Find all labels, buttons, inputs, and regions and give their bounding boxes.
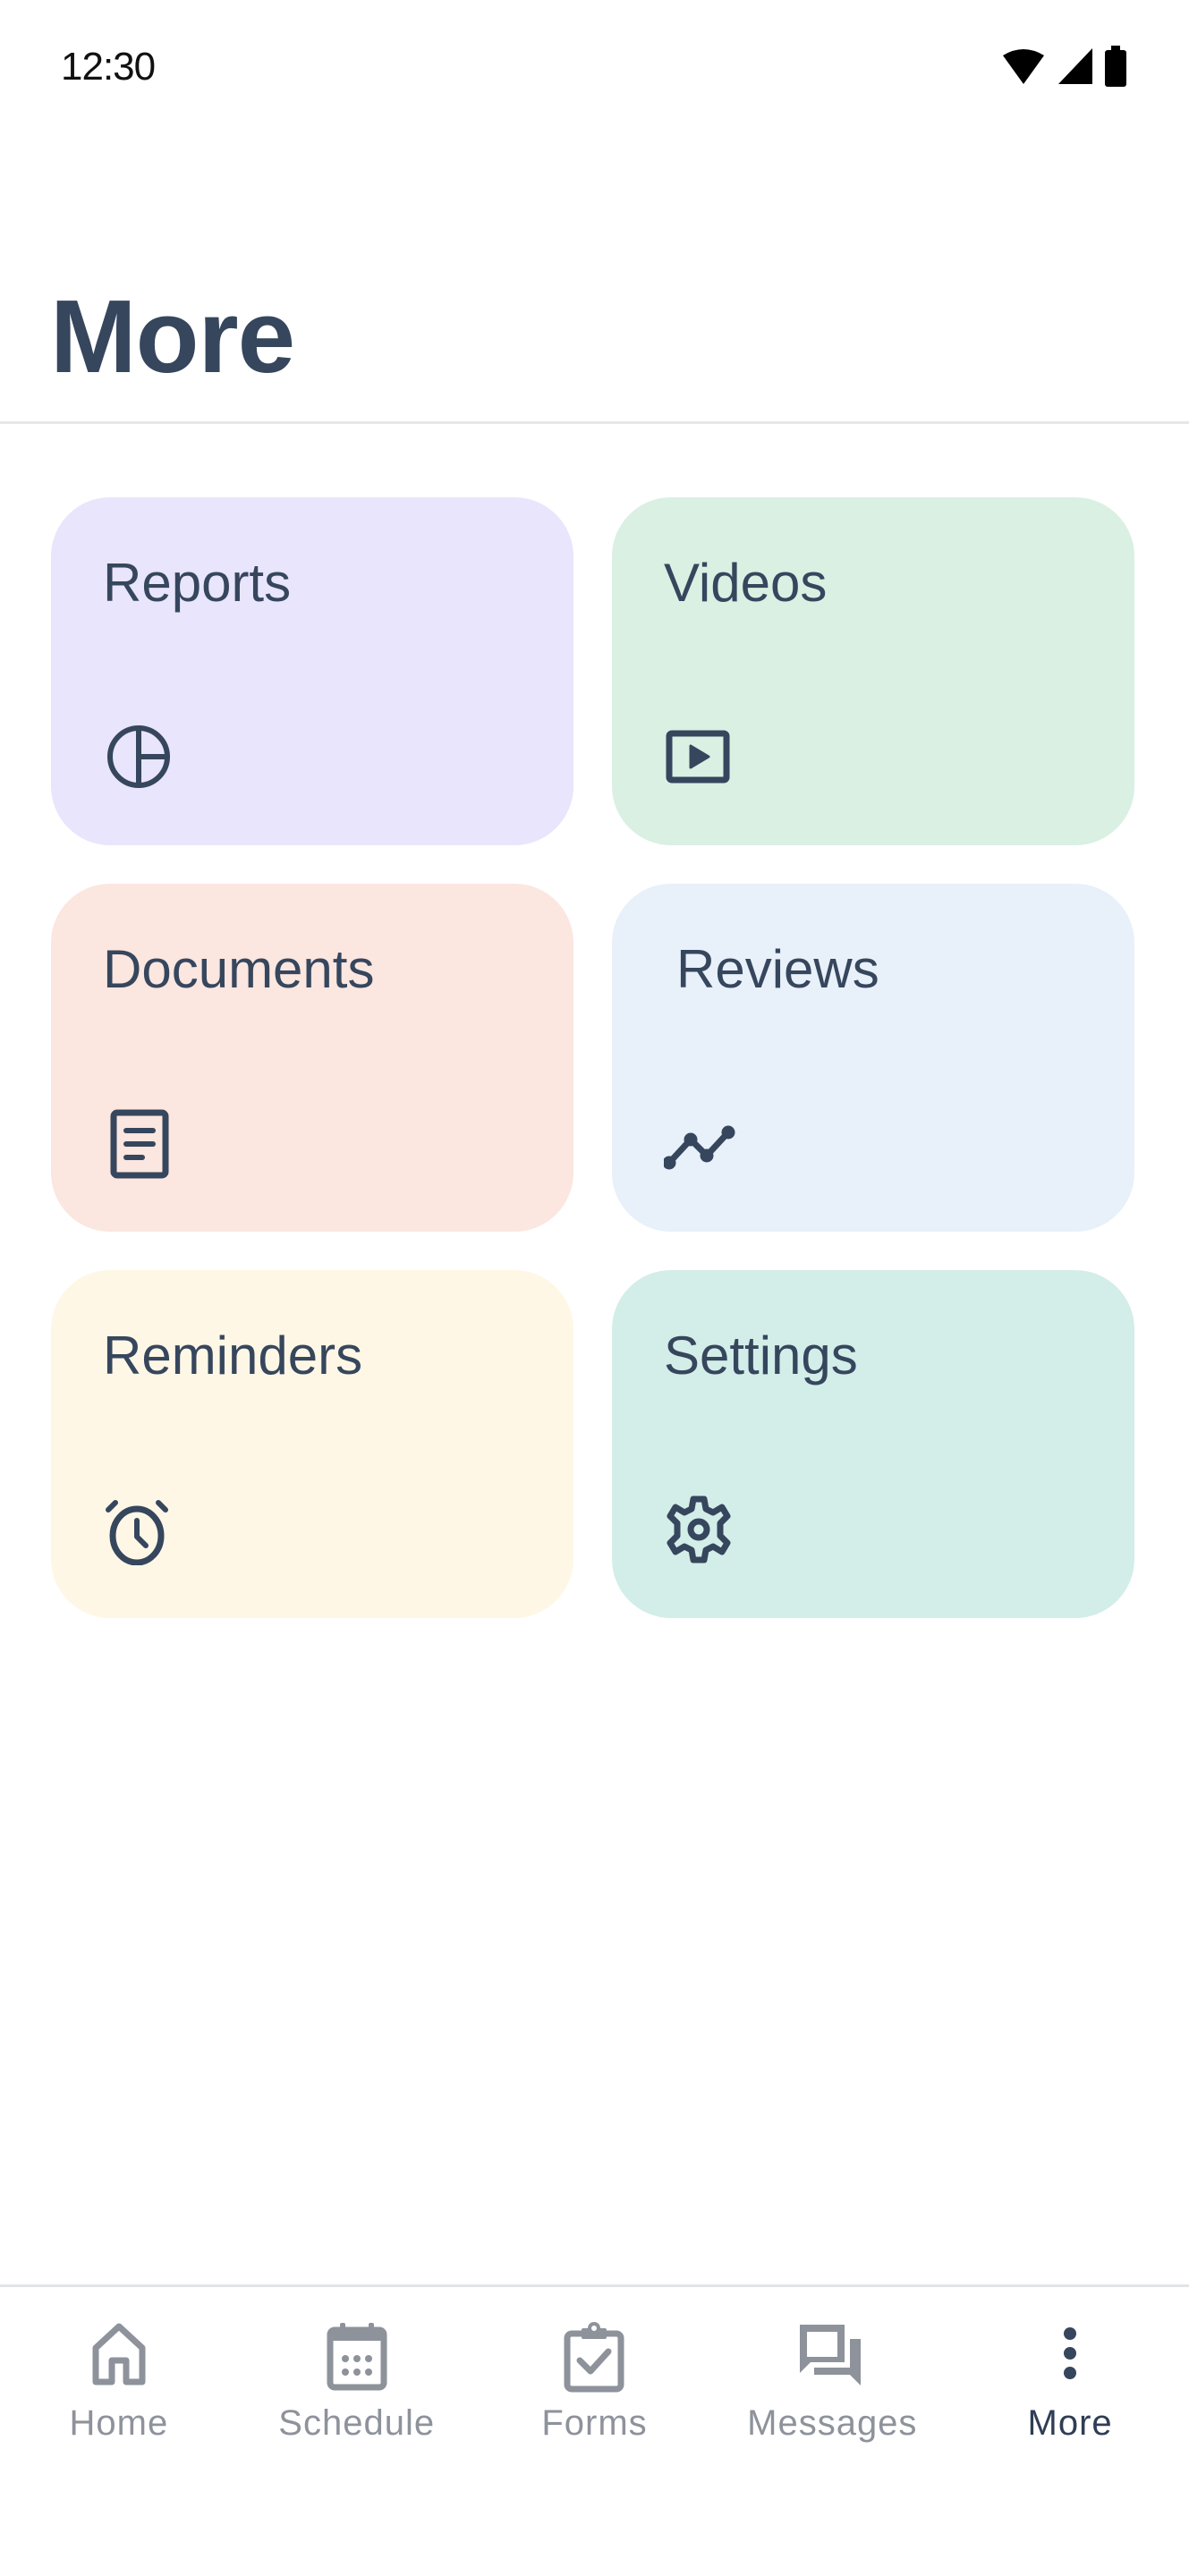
tile-reminders[interactable]: Reminders [51, 1270, 573, 1618]
nav-label: More [1027, 2403, 1113, 2443]
tile-label: Videos [664, 553, 828, 613]
more-vertical-icon [1034, 2321, 1106, 2393]
pie-chart-icon [103, 721, 174, 792]
calendar-icon [321, 2321, 393, 2393]
nav-item-schedule[interactable]: Schedule [238, 2287, 476, 2466]
tile-label: Documents [103, 939, 375, 999]
battery-icon [1105, 46, 1126, 87]
nav-label: Schedule [278, 2403, 436, 2443]
nav-label: Home [69, 2403, 169, 2443]
clipboard-check-icon [558, 2321, 630, 2393]
nav-item-more[interactable]: More [951, 2287, 1189, 2466]
status-bar: 12:30 [0, 0, 1189, 134]
line-chart-icon [664, 1107, 735, 1179]
tile-label: Settings [664, 1326, 858, 1385]
tile-label: Reports [103, 553, 292, 613]
header-divider [0, 421, 1189, 424]
gear-icon [664, 1494, 735, 1565]
tiles-grid: Reports Videos Documents Reviews Reminde… [51, 497, 1135, 1618]
cellular-signal-icon [1057, 48, 1094, 84]
tile-label: Reviews [676, 939, 879, 999]
tile-settings[interactable]: Settings [612, 1270, 1134, 1618]
status-icons [1001, 46, 1126, 87]
tile-reports[interactable]: Reports [51, 497, 573, 845]
tile-reviews[interactable]: Reviews [612, 884, 1134, 1232]
nav-item-forms[interactable]: Forms [476, 2287, 714, 2466]
chat-bubbles-icon [796, 2321, 868, 2393]
home-icon [83, 2321, 155, 2393]
page-title: More [50, 278, 295, 394]
wifi-icon [1001, 48, 1046, 84]
tile-documents[interactable]: Documents [51, 884, 573, 1232]
alarm-clock-icon [103, 1494, 174, 1565]
nav-label: Forms [541, 2403, 648, 2443]
nav-label: Messages [747, 2403, 918, 2443]
status-time: 12:30 [61, 45, 156, 89]
tile-label: Reminders [103, 1326, 363, 1385]
video-play-icon [664, 721, 735, 792]
nav-item-messages[interactable]: Messages [713, 2287, 951, 2466]
bottom-navigation: Home Schedule Forms Messages More [0, 2284, 1189, 2576]
nav-item-home[interactable]: Home [0, 2287, 238, 2466]
tile-videos[interactable]: Videos [612, 497, 1134, 845]
document-icon [103, 1107, 174, 1179]
